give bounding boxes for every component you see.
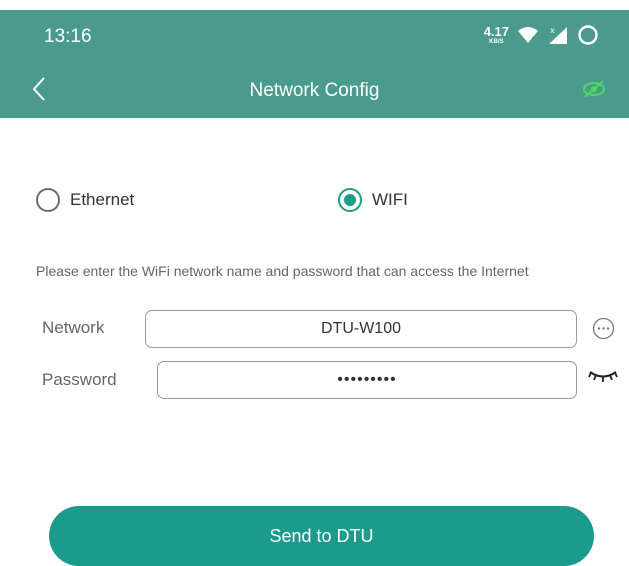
eye-closed-icon[interactable] <box>588 368 618 384</box>
wifi-icon <box>518 27 538 43</box>
network-speed-value: 4.17 <box>483 24 509 39</box>
radio-ethernet-circle <box>36 188 60 212</box>
radio-wifi-circle <box>338 188 362 212</box>
radio-ethernet-label: Ethernet <box>70 190 135 209</box>
page-title: Network Config <box>249 80 380 101</box>
status-bar: 13:16 4.17 KB/S x <box>0 10 629 60</box>
password-label: Password <box>42 370 117 389</box>
status-time: 13:16 <box>44 26 92 47</box>
battery-icon <box>578 25 598 45</box>
send-to-dtu-button[interactable]: Send to DTU <box>49 506 594 566</box>
eye-icon[interactable] <box>581 77 607 101</box>
more-options-icon[interactable] <box>592 317 615 340</box>
network-speed-unit: KB/S <box>489 39 504 45</box>
app-header: 13:16 4.17 KB/S x Network Config <box>0 10 629 118</box>
status-icons: 4.17 KB/S x <box>484 22 599 48</box>
nav-bar: Network Config <box>0 60 629 118</box>
network-speed: 4.17 KB/S <box>484 25 509 45</box>
radio-wifi[interactable]: WIFI <box>338 185 408 215</box>
network-input[interactable] <box>145 310 577 348</box>
radio-ethernet[interactable]: Ethernet <box>36 185 134 215</box>
radio-wifi-label: WIFI <box>372 190 408 209</box>
signal-icon: x <box>549 26 567 44</box>
network-label: Network <box>42 318 105 337</box>
svg-text:x: x <box>550 26 555 35</box>
password-input[interactable] <box>157 361 577 399</box>
wifi-hint-text: Please enter the WiFi network name and p… <box>36 263 529 279</box>
